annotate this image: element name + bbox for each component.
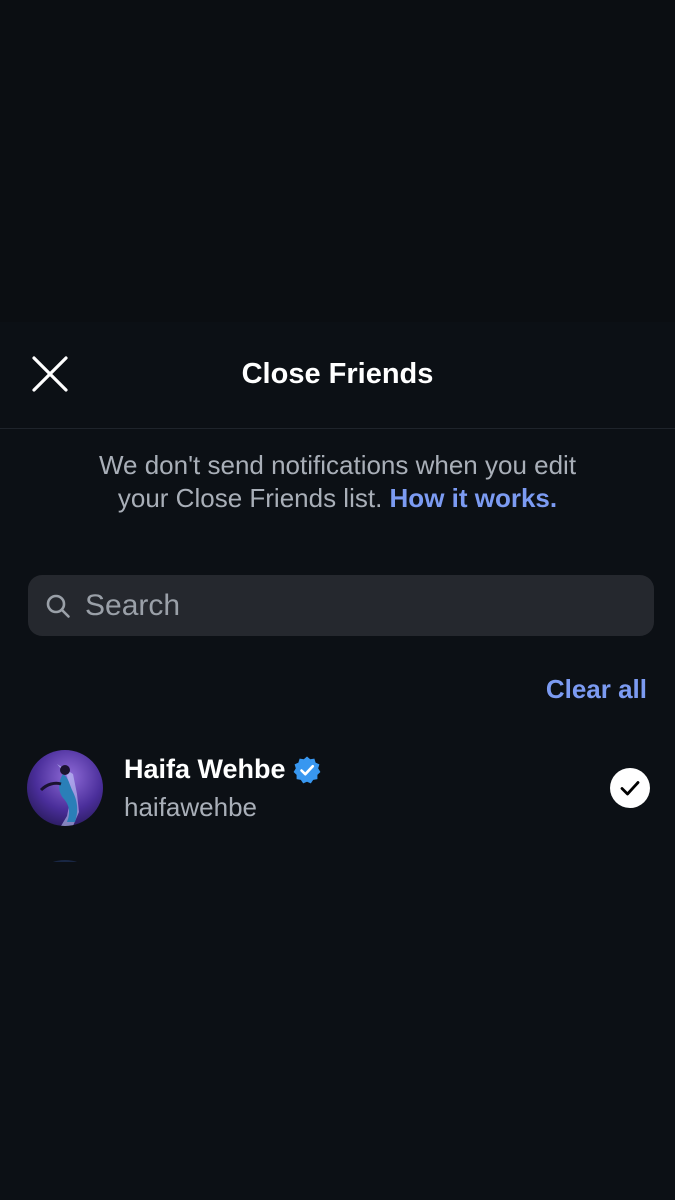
avatar-partial <box>27 860 103 862</box>
friends-list[interactable]: Haifa Wehbe haifawehbe <box>0 740 675 862</box>
list-item-partial[interactable] <box>0 850 675 862</box>
close-friends-sheet: Close Friends We don't send notification… <box>0 322 675 1200</box>
name-line: Haifa Wehbe <box>124 754 322 785</box>
search-icon <box>45 593 71 619</box>
clear-all-button[interactable]: Clear all <box>546 674 647 705</box>
page-title: Close Friends <box>241 358 434 390</box>
selected-checkbox[interactable] <box>610 768 650 808</box>
list-item[interactable]: Haifa Wehbe haifawehbe <box>0 740 675 840</box>
avatar[interactable] <box>27 750 103 826</box>
checkmark-icon <box>620 781 640 796</box>
verified-badge-icon <box>293 756 320 783</box>
notice-text: We don't send notifications when you edi… <box>80 449 595 515</box>
search-input[interactable] <box>83 574 654 637</box>
search-bar[interactable] <box>28 574 654 637</box>
friend-name: Haifa Wehbe <box>124 754 286 784</box>
friend-username: haifawehbe <box>124 792 257 822</box>
how-it-works-link[interactable]: How it works. <box>390 483 558 513</box>
header: Close Friends <box>0 322 675 429</box>
screen: Close Friends We don't send notification… <box>0 0 675 1200</box>
